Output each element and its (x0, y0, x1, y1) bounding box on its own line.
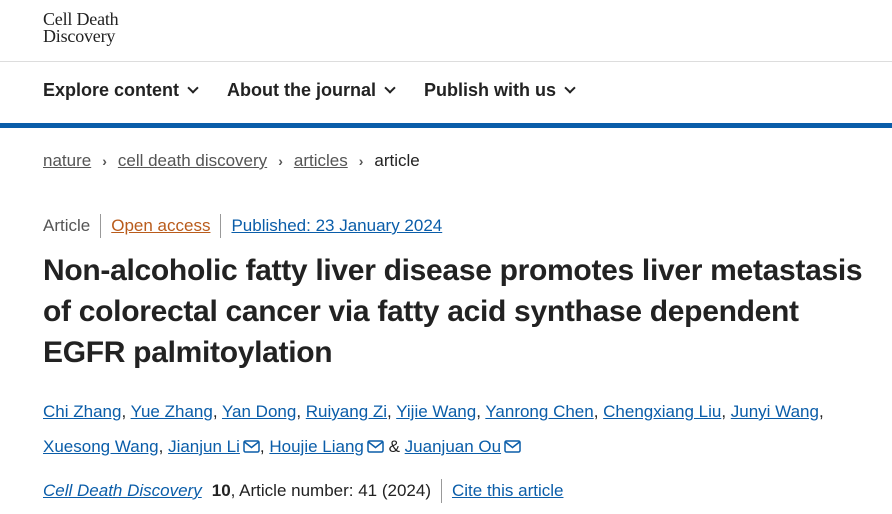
nav-accent-band (0, 123, 892, 128)
author-link[interactable]: Ruiyang Zi (306, 402, 387, 421)
published-date-link[interactable]: Published: 23 January 2024 (231, 216, 442, 236)
main-nav: Explore content About the journal Publis… (43, 80, 576, 101)
author-list: Chi Zhang, Yue Zhang, Yan Dong, Ruiyang … (43, 402, 824, 456)
author-link[interactable]: Yan Dong (222, 402, 296, 421)
nav-about-journal[interactable]: About the journal (227, 80, 396, 101)
author-link[interactable]: Xuesong Wang (43, 437, 159, 456)
mail-icon[interactable] (243, 440, 260, 453)
breadcrumb-nature[interactable]: nature (43, 151, 91, 171)
nav-item-label: Explore content (43, 80, 180, 100)
chevron-right-icon: › (358, 153, 364, 169)
breadcrumb-current: article (374, 151, 420, 170)
chevron-down-icon (564, 82, 576, 94)
journal-logo[interactable]: Cell Death Discovery (43, 10, 119, 46)
chevron-right-icon: › (102, 153, 107, 169)
article-meta: Article Open access Published: 23 Januar… (43, 214, 442, 238)
breadcrumb: nature › cell death discovery › articles… (43, 151, 420, 171)
journal-link[interactable]: Cell Death Discovery (43, 481, 202, 501)
author-link[interactable]: Jianjun Li (168, 437, 240, 456)
article-title: Non-alcoholic fatty liver disease promot… (43, 254, 863, 369)
meta-divider (100, 214, 102, 238)
open-access-link[interactable]: Open access (111, 216, 210, 236)
author-link[interactable]: Yue Zhang (131, 402, 213, 421)
author-link[interactable]: Junyi Wang (731, 402, 819, 421)
author-link[interactable]: Houjie Liang (269, 437, 364, 456)
logo-line-2: Discovery (43, 26, 116, 46)
volume-number: 10 (211, 481, 231, 500)
mail-icon[interactable] (367, 440, 384, 453)
breadcrumb-articles[interactable]: articles (294, 151, 348, 171)
cite-this-article-link[interactable]: Cite this article (452, 481, 563, 501)
citation-line: Cell Death Discovery 10 , Article number… (43, 479, 563, 503)
author-link[interactable]: Yijie Wang (396, 402, 476, 421)
nav-explore-content[interactable]: Explore content (43, 80, 199, 101)
citation-details: , Article number: 41 (2024) (230, 481, 431, 500)
nav-publish-with-us[interactable]: Publish with us (424, 80, 576, 101)
breadcrumb-cell-death-discovery[interactable]: cell death discovery (118, 151, 267, 171)
author-link[interactable]: Juanjuan Ou (405, 437, 501, 456)
chevron-down-icon (187, 82, 199, 94)
citation-divider (440, 479, 442, 503)
nav-item-label: Publish with us (424, 80, 557, 100)
author-link[interactable]: Yanrong Chen (485, 402, 593, 421)
article-type: Article (43, 216, 91, 235)
header-divider (0, 61, 892, 62)
mail-icon[interactable] (504, 440, 521, 453)
author-link[interactable]: Chi Zhang (43, 402, 121, 421)
meta-divider (220, 214, 222, 238)
chevron-down-icon (384, 82, 396, 94)
chevron-right-icon: › (278, 153, 283, 169)
nav-item-label: About the journal (227, 80, 377, 100)
author-link[interactable]: Chengxiang Liu (603, 402, 721, 421)
